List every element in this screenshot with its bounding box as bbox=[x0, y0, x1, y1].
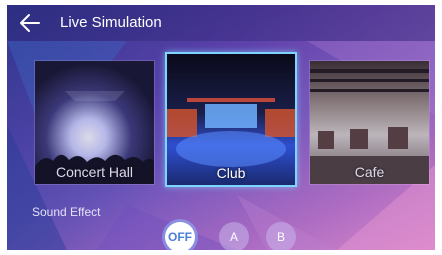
venue-label: Club bbox=[216, 165, 246, 181]
sound-effect-b-button[interactable]: B bbox=[266, 222, 296, 250]
sound-effect-off-button[interactable]: OFF bbox=[165, 222, 195, 250]
venue-card-cafe[interactable]: Cafe bbox=[309, 60, 430, 185]
arrow-left-icon[interactable] bbox=[19, 12, 41, 34]
concert-hall-image bbox=[35, 61, 154, 184]
sound-effect-a-button[interactable]: A bbox=[219, 222, 249, 250]
cafe-image bbox=[310, 61, 429, 184]
page-title: Live Simulation bbox=[60, 14, 162, 31]
venue-card-club[interactable]: Club bbox=[165, 52, 297, 187]
venue-card-concert-hall[interactable]: Concert Hall bbox=[34, 60, 155, 185]
venue-label: Concert Hall bbox=[55, 164, 134, 180]
live-simulation-screen: Live Simulation Concert Hall Club Cafe S… bbox=[7, 5, 435, 250]
venue-label: Cafe bbox=[354, 164, 385, 180]
header-bar: Live Simulation bbox=[7, 5, 435, 41]
sound-effect-label: Sound Effect bbox=[32, 205, 101, 219]
